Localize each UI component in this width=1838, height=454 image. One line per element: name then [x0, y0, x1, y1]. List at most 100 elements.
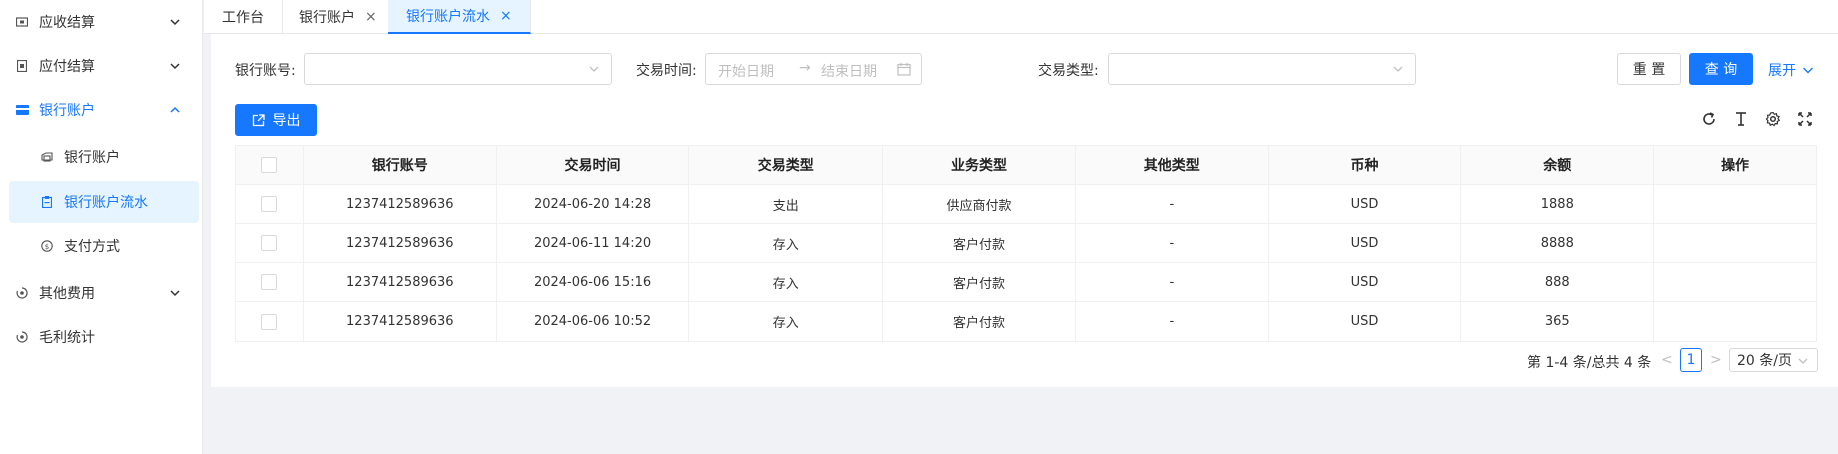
column-height-icon[interactable] [1733, 111, 1749, 127]
bank-account-select[interactable] [304, 53, 612, 85]
document-icon [15, 59, 29, 73]
export-label: 导出 [272, 113, 301, 129]
statement-table: 银行账号 交易时间 交易类型 业务类型 其他类型 币种 余额 操作 123741… [235, 145, 1817, 342]
sidebar-subitem-bank-statement[interactable]: 银行账户流水 [9, 181, 199, 223]
table-cell: - [1076, 224, 1269, 262]
sidebar-subitem-bank-account[interactable]: 银行账户 [0, 136, 203, 178]
table-cell: 1237412589636 [304, 302, 497, 341]
chevron-down-icon [170, 290, 180, 297]
ticket-icon [15, 15, 29, 29]
sidebar: 应收结算 应付结算 银行账户 银行账户 银行账户流水 $ 支付方式 其他费用 毛… [0, 0, 203, 454]
column-header: 交易时间 [497, 146, 690, 184]
trade-time-label: 交易时间: [636, 63, 697, 79]
select-all-checkbox[interactable] [261, 157, 278, 173]
tab-bank-statement[interactable]: 银行账户流水 × [388, 0, 531, 34]
table-cell: 888 [1461, 263, 1655, 301]
table-cell: 供应商付款 [883, 185, 1076, 223]
tab-bar: 工作台 银行账户 × 银行账户流水 × [204, 0, 1838, 34]
trade-type-select[interactable] [1108, 53, 1416, 85]
row-checkbox[interactable] [261, 274, 278, 290]
table-cell: - [1076, 263, 1269, 301]
tab-label: 银行账户流水 [406, 9, 490, 25]
trade-type-label: 交易类型: [1038, 63, 1099, 79]
sidebar-item-receivable[interactable]: 应收结算 [0, 0, 203, 44]
arrow-right-icon: → [799, 60, 811, 76]
close-icon[interactable]: × [500, 8, 512, 24]
table-cell: 1888 [1461, 185, 1655, 223]
table-cell: 客户付款 [883, 224, 1076, 262]
chevron-down-icon [1798, 358, 1808, 364]
tab-workbench[interactable]: 工作台 [204, 0, 283, 34]
column-header: 币种 [1269, 146, 1462, 184]
table-cell [1654, 224, 1816, 262]
column-header: 银行账号 [304, 146, 497, 184]
svg-text:$: $ [45, 243, 49, 251]
chevron-down-icon [1393, 66, 1403, 72]
checkbox-cell [236, 302, 304, 341]
reload-icon[interactable] [1701, 111, 1717, 127]
column-header: 其他类型 [1076, 146, 1269, 184]
table-cell: 1237412589636 [304, 224, 497, 262]
sidebar-subitem-payment-method[interactable]: $ 支付方式 [0, 225, 203, 267]
page-size-label: 20 条/页 [1737, 353, 1792, 369]
table-cell: 365 [1461, 302, 1655, 341]
table-cell: 客户付款 [883, 263, 1076, 301]
checkbox-cell [236, 263, 304, 301]
expand-label: 展开 [1768, 63, 1796, 79]
tab-label: 银行账户 [299, 10, 355, 26]
reset-button[interactable]: 重 置 [1617, 53, 1681, 85]
bank-account-label: 银行账号: [235, 63, 296, 79]
setting-icon[interactable] [1765, 111, 1781, 127]
chevron-down-icon [589, 66, 599, 72]
table-cell: 2024-06-06 10:52 [497, 302, 690, 341]
sidebar-subitem-label: 银行账户流水 [64, 195, 148, 211]
tab-bank-account[interactable]: 银行账户 × [281, 0, 396, 34]
chevron-down-icon [170, 63, 180, 70]
column-header: 余额 [1461, 146, 1655, 184]
expand-link[interactable]: 展开 [1768, 60, 1814, 80]
sidebar-item-payable[interactable]: 应付结算 [0, 44, 203, 88]
trade-time-range[interactable]: 开始日期 → 结束日期 [705, 53, 922, 85]
sidebar-item-label: 其他费用 [39, 286, 95, 302]
table-cell: - [1076, 302, 1269, 341]
export-button[interactable]: 导出 [235, 104, 317, 136]
table-row: 1237412589636 2024-06-11 14:20 存入 客户付款 -… [236, 224, 1816, 263]
currency-icon: $ [40, 239, 54, 253]
table-cell: USD [1269, 302, 1462, 341]
table-cell: 支出 [689, 185, 884, 223]
export-icon [252, 113, 265, 126]
page-1-button[interactable]: 1 [1680, 348, 1702, 372]
table-cell [1654, 302, 1816, 341]
end-date-input[interactable]: 结束日期 [821, 61, 877, 81]
table-cell: - [1076, 185, 1269, 223]
sidebar-item-other-fees[interactable]: 其他费用 [0, 271, 203, 315]
sidebar-item-bank-account[interactable]: 银行账户 [0, 88, 203, 132]
sidebar-item-label: 毛利统计 [39, 330, 95, 346]
table-row: 1237412589636 2024-06-06 15:16 存入 客户付款 -… [236, 263, 1816, 302]
page-size-select[interactable]: 20 条/页 [1729, 348, 1818, 372]
table-cell: 2024-06-20 14:28 [497, 185, 690, 223]
sidebar-item-gross-profit[interactable]: 毛利统计 [0, 315, 203, 359]
table-cell: 存入 [689, 224, 884, 262]
row-checkbox[interactable] [261, 313, 278, 330]
card-icon [15, 103, 29, 117]
next-page-button[interactable]: > [1710, 352, 1722, 368]
table-cell: 2024-06-06 15:16 [497, 263, 690, 301]
table-cell: USD [1269, 185, 1462, 223]
coin-icon [15, 286, 29, 300]
table-row: 1237412589636 2024-06-06 10:52 存入 客户付款 -… [236, 302, 1816, 341]
sidebar-item-label: 应收结算 [39, 15, 95, 31]
checkbox-cell [236, 224, 304, 262]
checkbox-cell [236, 185, 304, 223]
column-header: 业务类型 [883, 146, 1076, 184]
row-checkbox[interactable] [261, 196, 278, 212]
row-checkbox[interactable] [261, 235, 278, 251]
chevron-down-icon [1803, 67, 1813, 74]
query-button[interactable]: 查 询 [1689, 53, 1753, 85]
close-icon[interactable]: × [365, 9, 377, 25]
pagination-summary: 第 1-4 条/总共 4 条 [1527, 355, 1652, 371]
fullscreen-icon[interactable] [1797, 111, 1813, 127]
prev-page-button[interactable]: < [1661, 352, 1673, 368]
calendar-icon [897, 63, 911, 76]
start-date-input[interactable]: 开始日期 [718, 61, 774, 81]
